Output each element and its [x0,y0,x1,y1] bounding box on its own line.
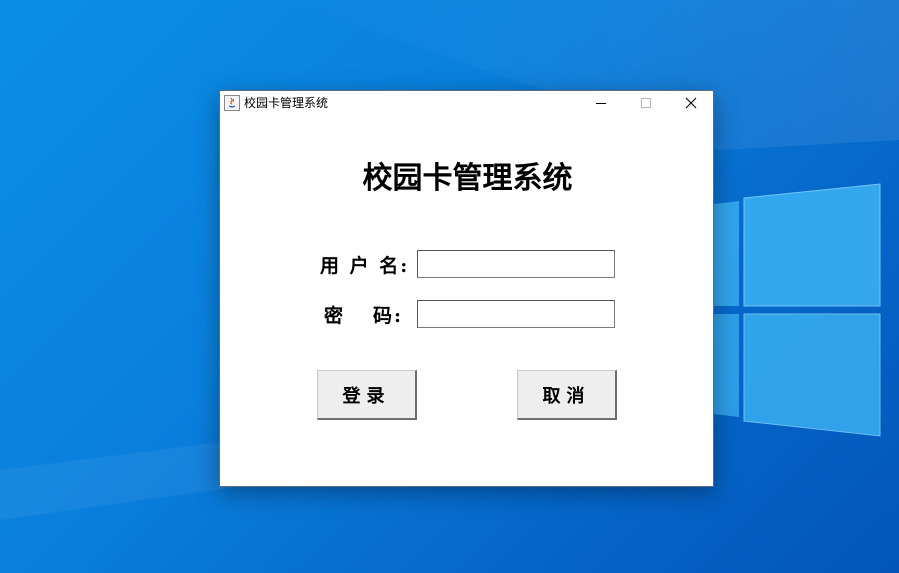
desktop: 校园卡管理系统 校园卡管理系统 用 户 名: 密 码: 登录 取消 [0,0,899,573]
minimize-icon [595,94,607,113]
password-label-char1: 密 [324,305,346,327]
password-label-char2: 码 [373,305,395,327]
title-bar[interactable]: 校园卡管理系统 [220,91,713,115]
login-window: 校园卡管理系统 校园卡管理系统 用 户 名: 密 码: 登录 取消 [219,90,714,487]
java-app-icon [224,95,240,111]
password-label-colon: : [394,305,404,327]
minimize-button[interactable] [578,91,623,115]
password-label: 密 码: [324,301,403,328]
close-button[interactable] [668,91,713,115]
cancel-button[interactable]: 取消 [517,370,617,420]
app-heading: 校园卡管理系统 [362,161,573,196]
username-label-colon: : [400,255,410,277]
window-title: 校园卡管理系统 [244,96,329,110]
login-button[interactable]: 登录 [317,370,417,420]
username-label: 用 户 名: [320,251,409,278]
close-icon [685,94,697,113]
password-input[interactable] [417,300,615,328]
username-label-text: 用 户 名 [320,255,401,277]
maximize-button[interactable] [623,91,668,115]
maximize-icon [640,94,652,113]
username-input[interactable] [417,250,615,278]
